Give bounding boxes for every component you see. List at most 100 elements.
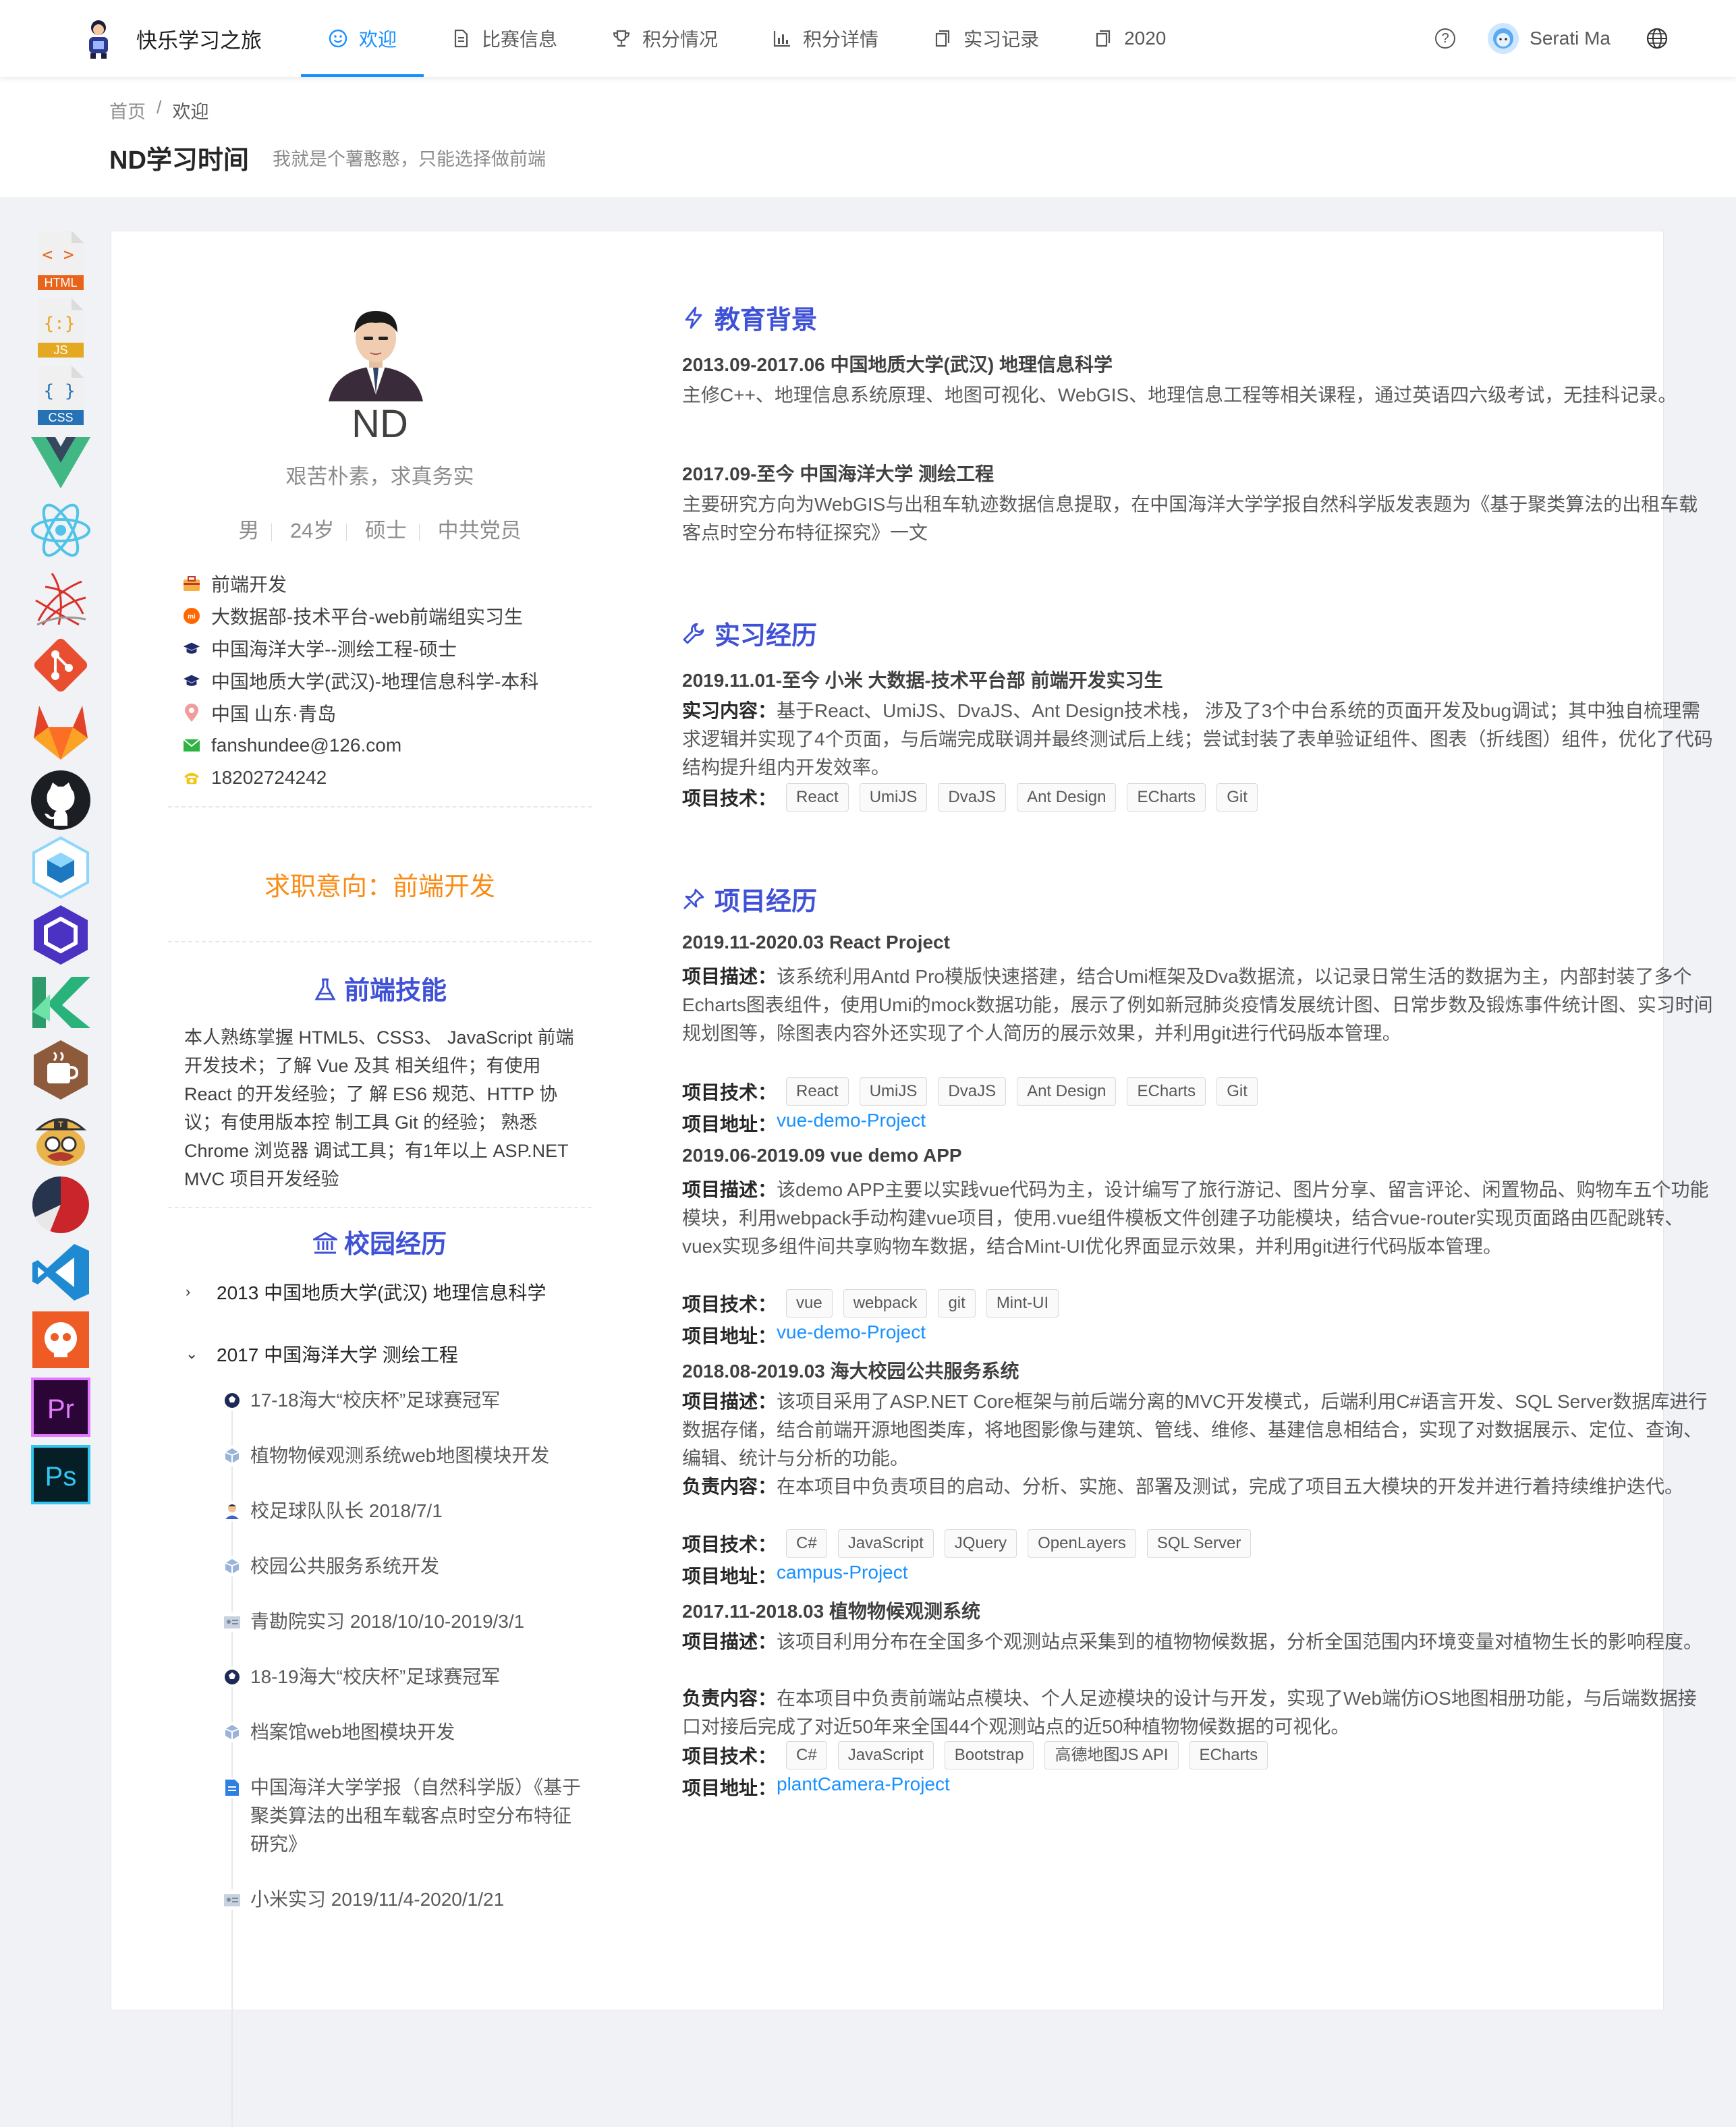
pie-chart-icon[interactable] (30, 1174, 92, 1236)
divider (168, 941, 592, 942)
user-name[interactable]: Serati Ma (1530, 28, 1611, 49)
page-subtitle: 我就是个薯憨憨，只能选择做前端 (273, 149, 546, 169)
experiment-flask-icon (314, 978, 336, 1000)
github-icon[interactable] (30, 769, 92, 831)
tech-tag: UmiJS (859, 1077, 928, 1106)
project-link[interactable]: plantCamera-Project (777, 1774, 950, 1800)
user-avatar[interactable] (1488, 23, 1519, 54)
svg-text:Ps: Ps (45, 1462, 77, 1492)
tech-tag: C# (786, 1741, 827, 1769)
tech-tag: DvaJS (938, 783, 1007, 812)
internship-heading: 实习经历 (682, 615, 817, 652)
info-bachelor-school: 中国地质大学(武汉)-地理信息科学-本科 (183, 664, 538, 697)
timeline-item: 校足球队队长 2018/7/1 (222, 1497, 586, 1525)
tech-tag: C# (786, 1529, 827, 1558)
tech-tag: React (786, 783, 849, 812)
tomcat-icon[interactable]: T (30, 1106, 92, 1168)
gitlab-icon[interactable] (30, 702, 92, 764)
bank-icon (312, 1232, 337, 1254)
thunderbolt-icon (685, 306, 702, 329)
html-icon[interactable]: < > HTML (30, 229, 92, 291)
education-entry-text: 主修C++、地理信息系统原理、地图可视化、WebGIS、地理信息工程等相关课程，… (682, 385, 1677, 405)
breadcrumb-current: 欢迎 (172, 102, 209, 122)
vue-icon[interactable] (30, 432, 92, 494)
svg-text:{:}: {:} (44, 314, 76, 334)
project-tech: 项目技术： vue webpack git Mint-UI (682, 1289, 1069, 1317)
phone-icon (183, 769, 200, 787)
project-desc: 项目描述：该项目利用分布在全国多个观测站点采集到的植物物候数据，分析全国范围内环… (682, 1631, 1703, 1652)
vscode-icon[interactable] (30, 1241, 92, 1303)
chevron-down-icon: ⌄ (186, 1345, 198, 1362)
tech-tag: Ant Design (1017, 1077, 1117, 1106)
project-link[interactable]: campus-Project (777, 1562, 908, 1589)
svg-text:< >: < > (43, 245, 74, 265)
tech-tag: vue (786, 1289, 833, 1317)
tech-tag: Git (1216, 1077, 1258, 1106)
campus-heading: 校园经历 (168, 1223, 592, 1260)
tech-tag: React (786, 1077, 849, 1106)
project-duty: 负责内容：在本项目中负责项目的启动、分析、实施、部署及测试，完成了项目五大模块的… (682, 1476, 1684, 1497)
tech-tag: JavaScript (837, 1529, 934, 1558)
project-link[interactable]: vue-demo-Project (777, 1110, 926, 1137)
degree-tag: 硕士 (365, 519, 408, 542)
age-tag: 24岁 (289, 519, 335, 542)
project-desc: 项目描述：该demo APP主要以实践vue代码为主，设计编写了旅行游记、图片分… (682, 1179, 1709, 1257)
timeline-item: 档案馆web地图模块开发 (222, 1718, 586, 1747)
menu-item-points-detail[interactable]: 积分详情 (745, 0, 905, 77)
git-icon[interactable] (30, 634, 92, 696)
pushpin-icon (683, 888, 704, 909)
premiere-icon[interactable]: Pr (30, 1376, 92, 1438)
copy-icon (935, 30, 950, 47)
captain-icon (222, 1501, 242, 1521)
info-email: fanshundee@126.com (183, 729, 538, 762)
header-tools: ? Serati Ma (1435, 0, 1669, 77)
info-master-school: 中国海洋大学--测绘工程-硕士 (183, 632, 538, 664)
internship-title: 2019.11.01-至今 小米 大数据-技术平台部 前端开发实习生 (682, 670, 1163, 691)
trophy-icon (613, 30, 630, 47)
tech-tag: JQuery (944, 1529, 1017, 1558)
kotlin-icon[interactable] (30, 971, 92, 1033)
profile-info-list: 前端开发 mi 大数据部-技术平台-web前端组实习生 中国海洋大学--测绘工程… (183, 567, 538, 794)
css-icon[interactable]: { } CSS (30, 364, 92, 426)
skills-heading: 前端技能 (168, 969, 592, 1006)
java-icon[interactable] (30, 1039, 92, 1101)
sql-server-icon[interactable] (30, 567, 92, 629)
campus-collapse-2017[interactable]: ⌄ 2017 中国海洋大学 测绘工程 (186, 1340, 458, 1367)
help-icon[interactable]: ? (1435, 28, 1456, 49)
brand[interactable]: 快乐学习之旅 (84, 12, 262, 65)
globe-icon[interactable] (1646, 27, 1669, 50)
campus-collapse-2013[interactable]: › 2013 中国地质大学(武汉) 地理信息科学 (186, 1278, 547, 1305)
tech-tag: ECharts (1127, 783, 1206, 812)
gender-tag: 男 (238, 519, 260, 542)
eslint-icon[interactable] (30, 904, 92, 966)
profile-motto: 艰苦朴素，求真务实 (285, 465, 474, 488)
menu-item-welcome[interactable]: 欢迎 (301, 0, 424, 77)
photoshop-icon[interactable]: Ps (30, 1444, 92, 1506)
user-avatar-icon (1493, 28, 1514, 49)
js-icon[interactable]: {:} JS (30, 297, 92, 359)
project-link[interactable]: vue-demo-Project (777, 1322, 926, 1349)
menu-item-competition[interactable]: 比赛信息 (424, 0, 584, 77)
timeline-item: 小米实习 2019/11/4-2020/1/21 (222, 1885, 586, 1914)
postman-icon[interactable] (30, 1309, 92, 1371)
breadcrumb: 首页 / 欢迎 (109, 97, 209, 123)
breadcrumb-home[interactable]: 首页 (109, 97, 146, 123)
mail-icon (183, 737, 200, 754)
political-tag: 中共党员 (437, 519, 522, 542)
copy-icon (1096, 30, 1111, 47)
skills-text: 本人熟练掌握 HTML5、CSS3、 JavaScript 前端开发技术；了解 … (184, 1027, 574, 1189)
internship-content: 实习内容：基于React、UmiJS、DvaJS、Ant Design技术栈， … (682, 700, 1713, 778)
document-icon (222, 1778, 242, 1798)
project-tech: 项目技术： C# JavaScript Bootstrap 高德地图JS API… (682, 1741, 1279, 1769)
menu-item-internship[interactable]: 实习记录 (905, 0, 1066, 77)
location-pin-icon (183, 704, 200, 722)
code-sandbox-icon (222, 1446, 242, 1466)
menu-item-points[interactable]: 积分情况 (584, 0, 745, 77)
menu-item-2020[interactable]: 2020 (1066, 0, 1193, 77)
react-icon[interactable] (30, 499, 92, 561)
bar-chart-icon (773, 31, 791, 47)
tech-tag: Git (1216, 783, 1258, 812)
tech-tag: SQL Server (1146, 1529, 1252, 1558)
webpack-icon[interactable] (30, 836, 92, 899)
svg-text:CSS: CSS (48, 411, 73, 424)
